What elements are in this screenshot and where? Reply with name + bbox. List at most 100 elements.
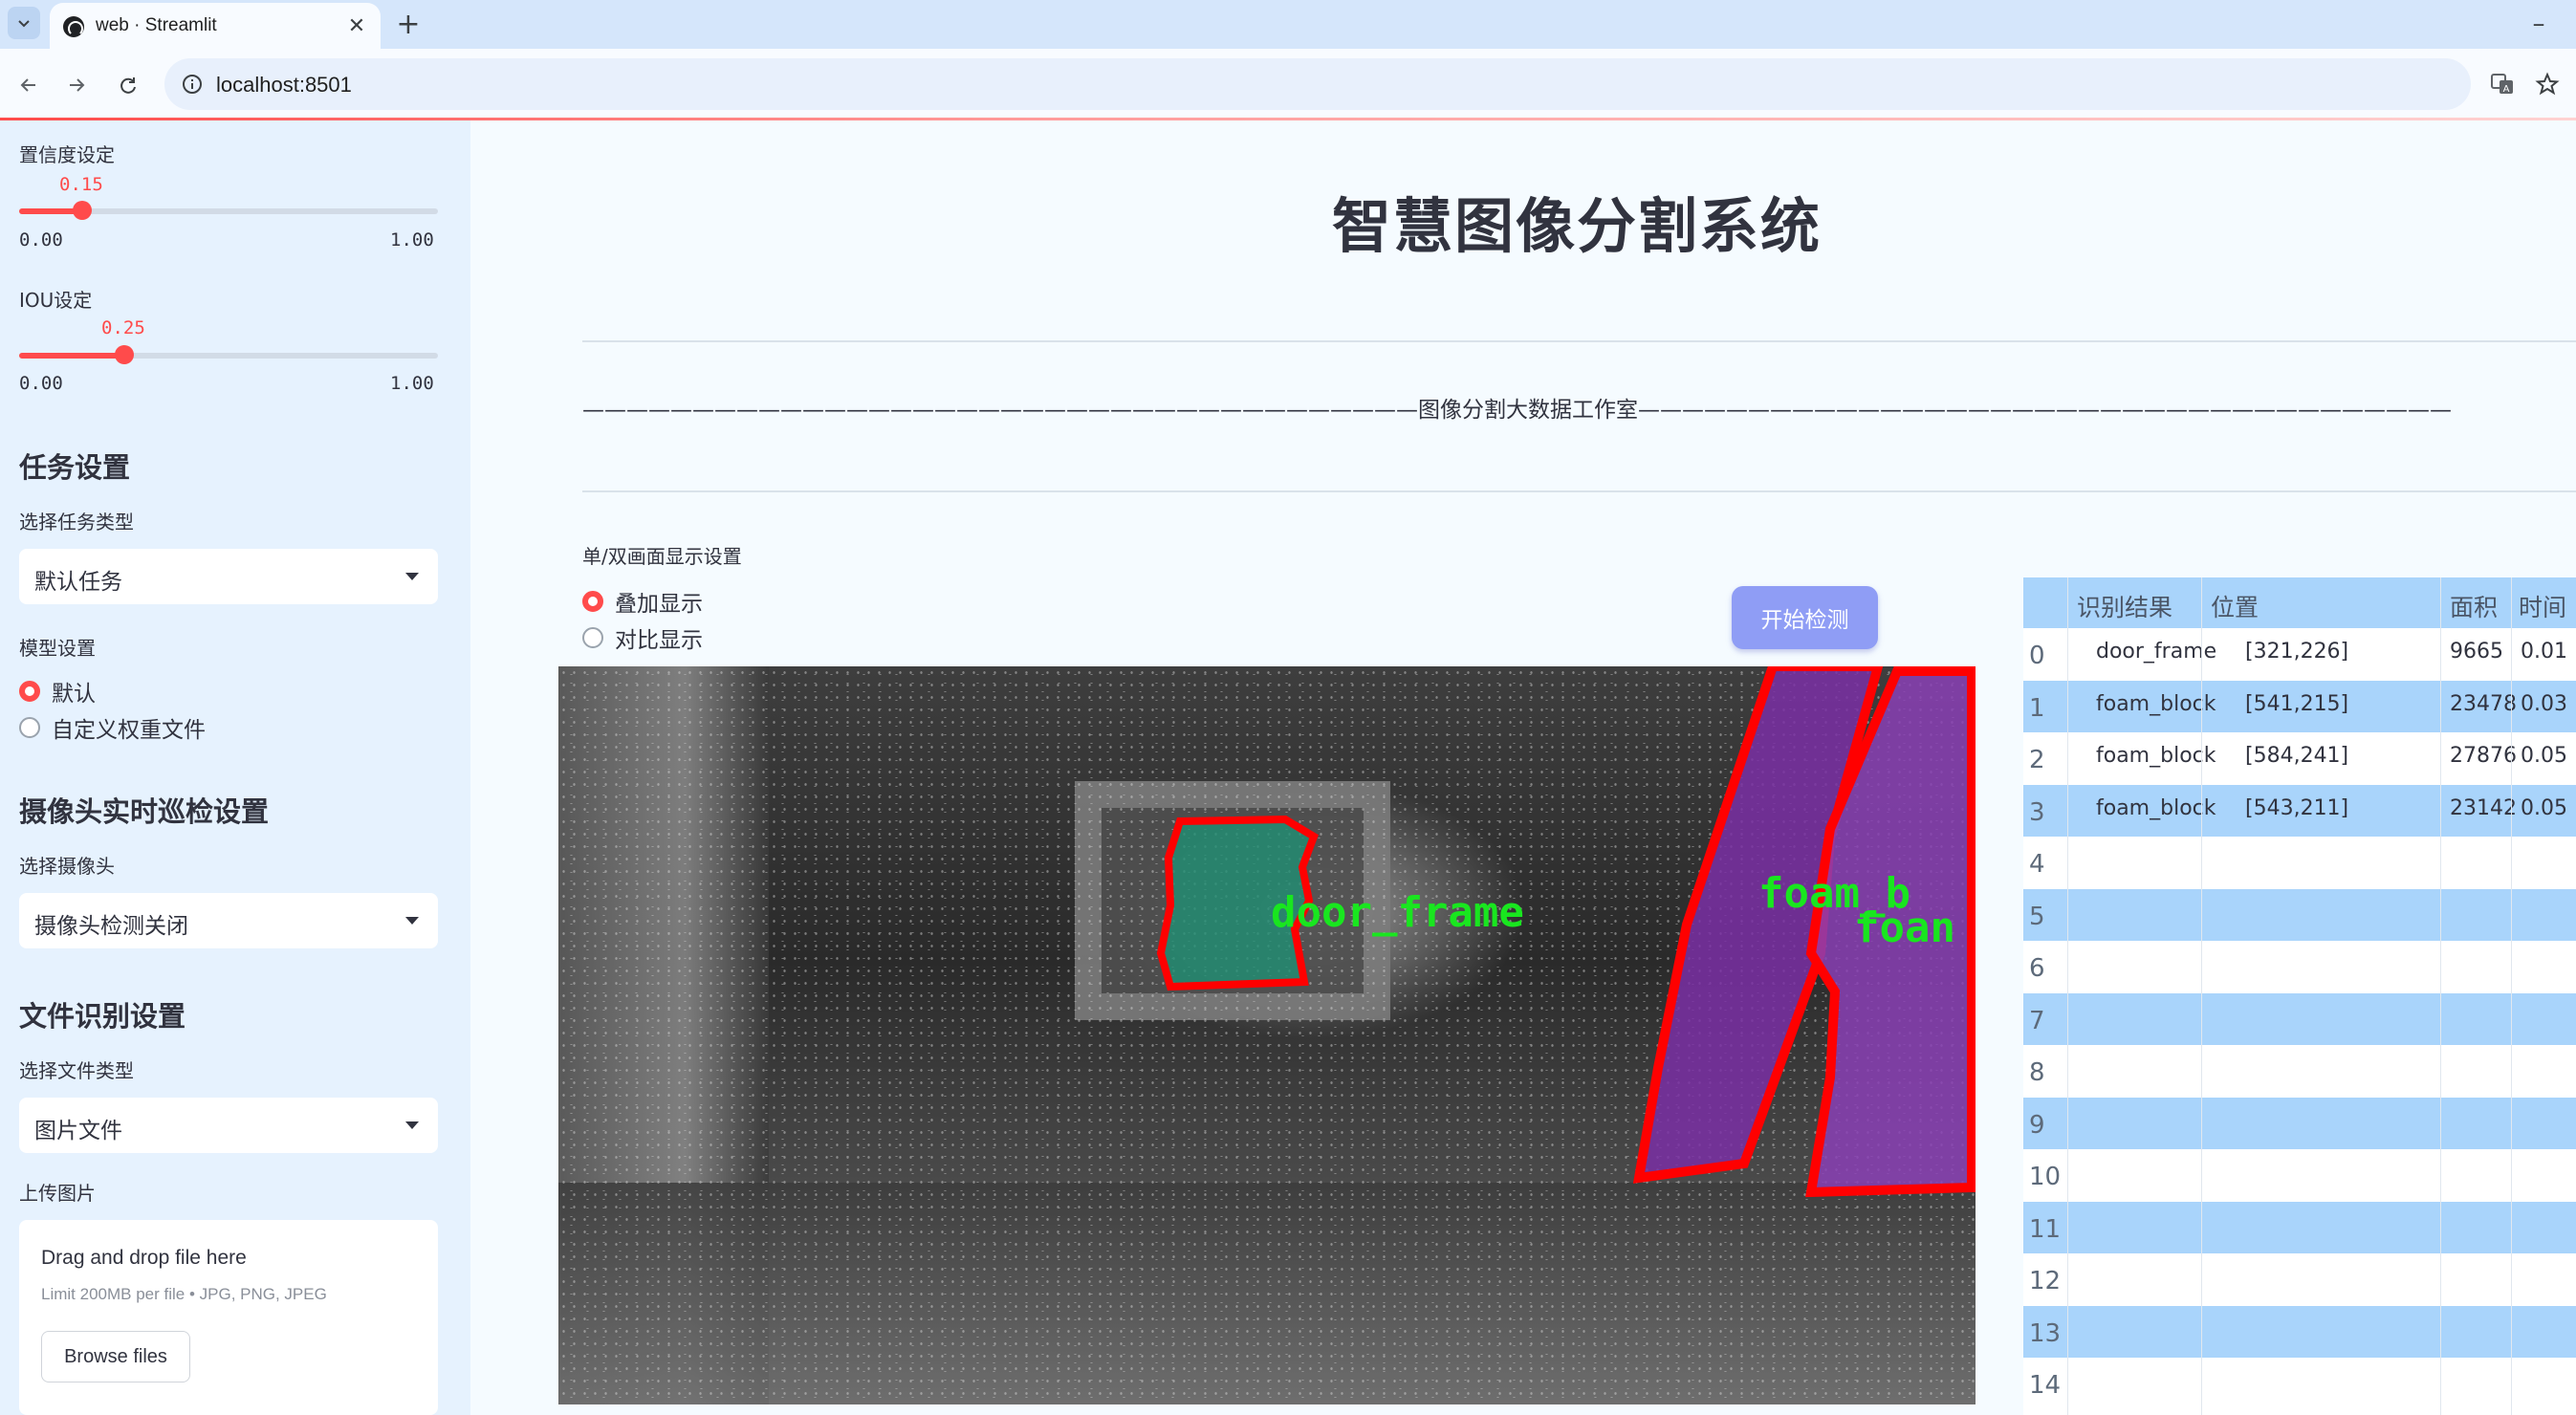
row-index: 14 xyxy=(2029,1371,2062,1400)
cell-pos: [541,215] xyxy=(2245,691,2349,716)
table-row[interactable]: 7 xyxy=(2023,992,2576,1045)
site-info-icon[interactable] xyxy=(178,70,207,98)
table-row[interactable]: 11 xyxy=(2023,1201,2576,1253)
table-row[interactable]: 2 foam_block [584,241] 27876 0.05 xyxy=(2023,732,2576,784)
radio-selected-icon[interactable] xyxy=(19,681,40,702)
iou-slider[interactable] xyxy=(19,345,438,364)
row-index: 1 xyxy=(2029,693,2045,723)
close-tab-icon[interactable]: ✕ xyxy=(342,11,371,40)
task-type-label: 选择任务类型 xyxy=(19,511,134,533)
table-row[interactable]: 1 foam_block [541,215] 23478 0.03 xyxy=(2023,680,2576,732)
radio-unselected-icon[interactable] xyxy=(582,627,603,648)
divider xyxy=(582,490,2576,492)
table-row[interactable]: 3 foam_block [543,211] 23142 0.05 xyxy=(2023,784,2576,837)
model-option-default[interactable]: 默认 xyxy=(19,677,96,707)
cell-label: door_frame xyxy=(2096,640,2217,664)
dropzone-limit: Limit 200MB per file • JPG, PNG, JPEG xyxy=(41,1285,327,1303)
table-row[interactable]: 9 xyxy=(2023,1097,2576,1149)
table-row[interactable]: 0 door_frame [321,226] 9665 0.01 xyxy=(2023,628,2576,680)
tab-title: web · Streamlit xyxy=(96,15,217,35)
iou-max: 1.00 xyxy=(390,373,434,394)
minimize-window-icon[interactable]: – xyxy=(2522,8,2555,40)
start-detection-button[interactable]: 开始检测 xyxy=(1732,586,1878,649)
radio-unselected-icon[interactable] xyxy=(19,717,40,738)
row-index: 11 xyxy=(2029,1214,2062,1244)
confidence-slider[interactable] xyxy=(19,201,438,220)
task-type-select[interactable]: 默认任务 xyxy=(19,549,438,604)
column-divider xyxy=(2201,577,2202,1415)
iou-min: 0.00 xyxy=(19,373,63,394)
iou-slider-fill xyxy=(19,353,123,359)
model-option-custom[interactable]: 自定义权重文件 xyxy=(19,713,206,743)
row-index: 10 xyxy=(2029,1163,2062,1191)
task-section-heading: 任务设置 xyxy=(19,451,131,484)
bookmark-star-icon[interactable] xyxy=(2529,66,2565,102)
row-index: 4 xyxy=(2029,850,2045,879)
back-icon[interactable] xyxy=(10,66,48,104)
file-type-select[interactable]: 图片文件 xyxy=(19,1098,438,1153)
display-option-compare[interactable]: 对比显示 xyxy=(582,623,703,653)
table-row[interactable]: 14 xyxy=(2023,1358,2576,1409)
radio-selected-icon[interactable] xyxy=(582,591,603,612)
table-row[interactable]: 13 xyxy=(2023,1305,2576,1358)
address-bar[interactable]: localhost:8501 xyxy=(164,58,2471,110)
row-index: 0 xyxy=(2029,642,2045,670)
row-index: 5 xyxy=(2029,902,2045,931)
display-option-label: 对比显示 xyxy=(615,628,703,653)
column-divider xyxy=(2511,577,2512,1415)
confidence-min: 0.00 xyxy=(19,229,63,250)
browser-tab[interactable]: web · Streamlit ✕ xyxy=(50,3,381,49)
confidence-slider-thumb[interactable] xyxy=(73,201,92,220)
browser-tabbar: web · Streamlit ✕ + – xyxy=(0,0,2576,49)
file-type-value: 图片文件 xyxy=(34,1119,122,1143)
display-option-overlay[interactable]: 叠加显示 xyxy=(582,587,703,617)
table-header: 识别结果 位置 面积 时间 xyxy=(2023,577,2576,628)
cell-area: 27876 xyxy=(2450,744,2517,768)
url-text: localhost:8501 xyxy=(216,73,352,97)
reload-icon[interactable] xyxy=(109,66,147,104)
tab-search-button[interactable] xyxy=(8,7,40,39)
cell-pos: [321,226] xyxy=(2245,640,2349,664)
segmentation-image: door_frame foam_b foan xyxy=(558,666,1976,1404)
camera-section-heading: 摄像头实时巡检设置 xyxy=(19,795,270,828)
overlay-label-foam-2: foan xyxy=(1854,903,1955,952)
table-row[interactable]: 6 xyxy=(2023,941,2576,992)
table-row[interactable]: 4 xyxy=(2023,837,2576,888)
chevron-down-icon xyxy=(405,573,419,580)
translate-icon[interactable]: A xyxy=(2484,66,2521,102)
row-index: 8 xyxy=(2029,1058,2045,1087)
new-tab-icon[interactable]: + xyxy=(392,8,425,41)
streamlit-favicon-icon xyxy=(63,16,84,37)
camera-select[interactable]: 摄像头检测关闭 xyxy=(19,893,438,948)
column-divider xyxy=(2440,577,2441,1415)
results-table[interactable]: 识别结果 位置 面积 时间 0 door_frame [321,226] 9665 0.… xyxy=(2023,577,2576,1415)
row-index: 2 xyxy=(2029,746,2045,774)
header-time: 时间 xyxy=(2519,594,2567,621)
file-dropzone[interactable]: Drag and drop file here Limit 200MB per … xyxy=(19,1220,438,1415)
forward-icon[interactable] xyxy=(57,66,96,104)
chevron-down-icon xyxy=(18,20,30,28)
model-option-label: 默认 xyxy=(52,682,96,707)
confidence-max: 1.00 xyxy=(390,229,434,250)
table-row[interactable]: 10 xyxy=(2023,1149,2576,1201)
row-index: 13 xyxy=(2029,1318,2062,1348)
iou-slider-thumb[interactable] xyxy=(115,345,134,364)
page-title: 智慧图像分割系统 xyxy=(1332,191,1823,261)
header-label: 识别结果 xyxy=(2077,594,2173,621)
row-index: 7 xyxy=(2029,1006,2045,1035)
browse-files-button[interactable]: Browse files xyxy=(41,1331,190,1382)
table-row[interactable]: 12 xyxy=(2023,1253,2576,1305)
table-row[interactable]: 8 xyxy=(2023,1045,2576,1097)
row-index: 6 xyxy=(2029,954,2045,983)
table-row[interactable]: 5 xyxy=(2023,888,2576,941)
studio-banner: ——————————————————————————————————————图像… xyxy=(582,398,2452,423)
sidebar: 置信度设定 0.15 0.00 1.00 IOU设定 0.25 0.00 1.0… xyxy=(0,120,470,1415)
chevron-down-icon xyxy=(405,917,419,925)
file-type-label: 选择文件类型 xyxy=(19,1059,134,1082)
model-option-label: 自定义权重文件 xyxy=(52,718,206,743)
display-option-label: 叠加显示 xyxy=(615,592,703,617)
overlay-label-door-frame: door_frame xyxy=(1271,888,1524,937)
divider xyxy=(582,340,2576,342)
confidence-label: 置信度设定 xyxy=(19,143,115,166)
cell-time: 0.05 xyxy=(2521,744,2567,768)
